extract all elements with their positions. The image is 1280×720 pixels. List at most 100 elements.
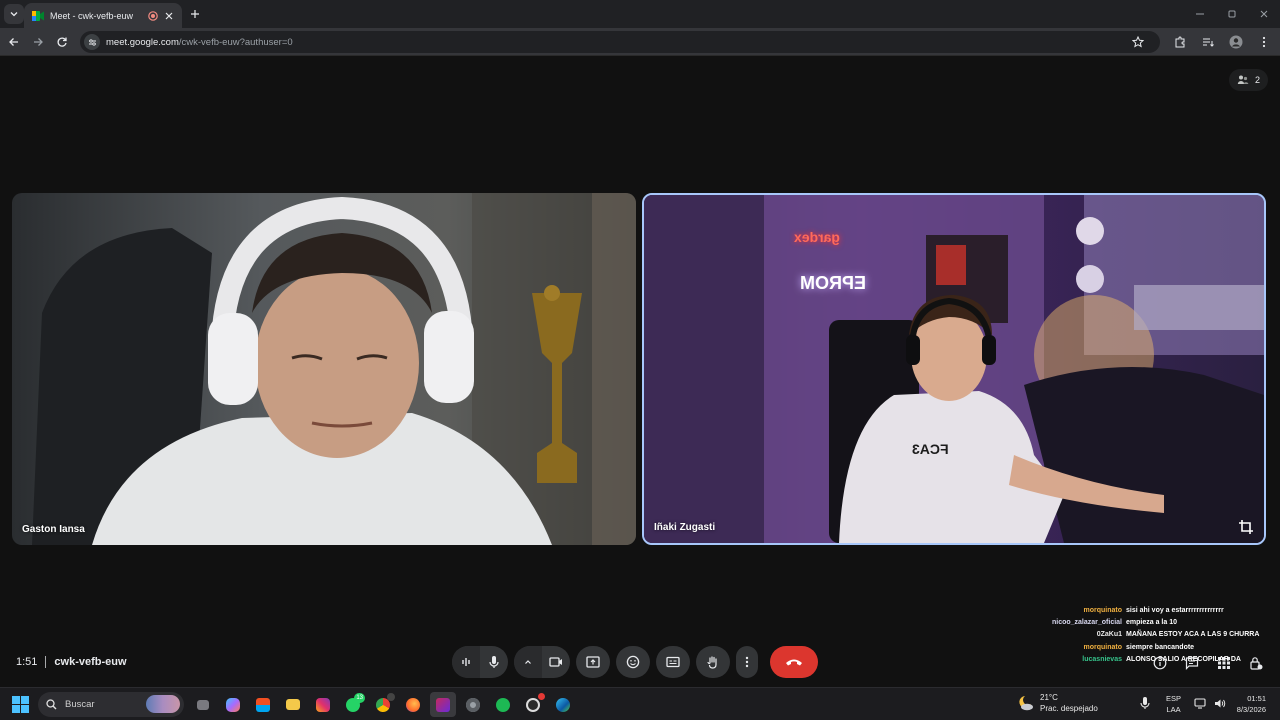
more-vertical-icon: [1262, 36, 1266, 48]
call-end-icon: [786, 659, 802, 666]
arrow-left-icon: [9, 38, 18, 46]
chat-username: morquinato: [1083, 643, 1123, 651]
chat-username: 0ZaKu1: [1096, 631, 1122, 639]
chevron-up-icon: [525, 660, 531, 664]
new-tab-button[interactable]: [186, 5, 204, 23]
audio-level-button[interactable]: [452, 646, 480, 678]
scene-shirt-text: FCA3: [912, 441, 949, 457]
copilot-app[interactable]: [220, 692, 246, 717]
task-view-icon: [197, 699, 209, 710]
weather-moon-cloud-icon: [1019, 696, 1033, 711]
taskbar-clock[interactable]: 01:51 8/3/2026: [1228, 693, 1266, 715]
edge-icon: [556, 697, 570, 712]
settings-app[interactable]: [460, 692, 486, 717]
tune-icon: [88, 38, 96, 46]
more-options-button[interactable]: [736, 646, 758, 678]
microphone-button[interactable]: [480, 646, 508, 678]
obs-badge: [538, 693, 545, 700]
tab-search-button[interactable]: [4, 4, 24, 24]
recording-indicator-icon: [148, 10, 158, 21]
participants-count: 2: [1254, 75, 1260, 85]
avatar-icon: [1229, 35, 1243, 49]
input-language[interactable]: ESP LAA: [1166, 693, 1181, 715]
address-bar[interactable]: meet.google.com/cwk-vefb-euw?authuser=0: [80, 31, 1160, 53]
close-window-button[interactable]: [1248, 0, 1280, 28]
profile-button[interactable]: [1226, 32, 1246, 52]
streaming-app[interactable]: [430, 692, 456, 717]
extensions-button[interactable]: [1170, 32, 1190, 52]
spotify-icon: [496, 697, 510, 712]
edge-app[interactable]: [550, 692, 576, 717]
copilot-icon: [226, 697, 240, 712]
reactions-button[interactable]: [616, 646, 650, 678]
star-icon: [1132, 36, 1144, 48]
close-tab-icon[interactable]: [164, 11, 174, 21]
chrome-badge: [387, 693, 395, 701]
search-icon: [46, 699, 57, 710]
browser-menu-button[interactable]: [1254, 32, 1274, 52]
chrome-app[interactable]: [370, 692, 396, 717]
camera-options-button[interactable]: [514, 646, 542, 678]
firefox-app[interactable]: [400, 692, 426, 717]
clock-date: 8/3/2026: [1236, 705, 1266, 714]
chat-message-row: morquinato siempre bancandote: [1000, 642, 1280, 654]
store-icon: [256, 697, 270, 712]
taskbar-search[interactable]: Buscar: [38, 692, 184, 717]
participants-count-chip[interactable]: 2: [1228, 69, 1268, 91]
chat-overlay: morquinato sisi ahi voy a estarrrrrrrrrrr…: [1000, 605, 1280, 666]
url-text: meet.google.com/cwk-vefb-euw?authuser=0: [106, 37, 293, 48]
present-screen-button[interactable]: [576, 646, 610, 678]
store-app[interactable]: [250, 692, 276, 717]
obs-app[interactable]: [520, 692, 546, 717]
divider: [45, 656, 47, 668]
site-info-button[interactable]: [84, 34, 100, 50]
microphone-tray-icon[interactable]: [1140, 696, 1150, 710]
speaker-icon: [1215, 699, 1226, 708]
back-button[interactable]: [4, 32, 24, 52]
close-icon: [1260, 10, 1268, 18]
weather-desc: Prac. despejado: [1040, 704, 1098, 713]
video-tile-inaki[interactable]: gardex EPROM FCA3 Iñaki Zugasti: [642, 193, 1266, 545]
inaki-video-frame: [644, 195, 1264, 543]
reload-button[interactable]: [52, 32, 72, 52]
task-view-app[interactable]: [190, 692, 216, 717]
participant-name-gaston: Gaston Iansa: [22, 524, 85, 535]
camera-button[interactable]: [542, 646, 570, 678]
restore-icon: [1228, 10, 1236, 18]
bookmark-button[interactable]: [1128, 32, 1148, 52]
file-explorer-app[interactable]: [280, 692, 306, 717]
chat-message-text: ALONSO SALIO A RECOPILAR DA: [1126, 655, 1241, 663]
window-controls: [1184, 0, 1280, 28]
meeting-time: 1:51: [16, 656, 38, 668]
videocam-icon: [549, 657, 562, 667]
streaming-app-icon: [436, 697, 450, 712]
restore-button[interactable]: [1216, 0, 1248, 28]
keyboard-layout: LAA: [1166, 705, 1181, 714]
instagram-app[interactable]: [310, 692, 336, 717]
instagram-icon: [316, 697, 330, 712]
windows-start-icon[interactable]: [12, 696, 29, 713]
chat-username: lucasnievas: [1082, 655, 1122, 663]
scene-brand-sign: gardex: [794, 229, 840, 245]
browser-tab-meet[interactable]: Meet - cwk-vefb-euw: [24, 3, 182, 28]
video-tile-gaston[interactable]: Gaston Iansa: [12, 193, 636, 545]
whatsapp-app[interactable]: 13: [340, 692, 366, 717]
forward-button[interactable]: [28, 32, 48, 52]
plus-icon: [191, 10, 199, 18]
minimize-button[interactable]: [1184, 0, 1216, 28]
weather-temp: 21°C: [1040, 693, 1058, 702]
raise-hand-button[interactable]: [696, 646, 730, 678]
leave-call-button[interactable]: [770, 646, 818, 678]
chat-username: morquinato: [1083, 607, 1123, 614]
scene-neon-sign: EPROM: [800, 273, 867, 293]
chat-message-row: lucasnievas ALONSO SALIO A RECOPILAR DA: [1000, 654, 1280, 666]
reading-list-button[interactable]: [1198, 32, 1218, 52]
crop-icon[interactable]: [1238, 519, 1254, 535]
arrow-right-icon: [34, 38, 43, 46]
taskbar-apps: 13: [190, 692, 576, 717]
weather-widget[interactable]: 21°C Prac. despejado: [1016, 692, 1098, 714]
spotify-app[interactable]: [490, 692, 516, 717]
captions-button[interactable]: [656, 646, 690, 678]
quick-settings[interactable]: [1194, 698, 1226, 709]
search-placeholder: Buscar: [65, 699, 95, 710]
